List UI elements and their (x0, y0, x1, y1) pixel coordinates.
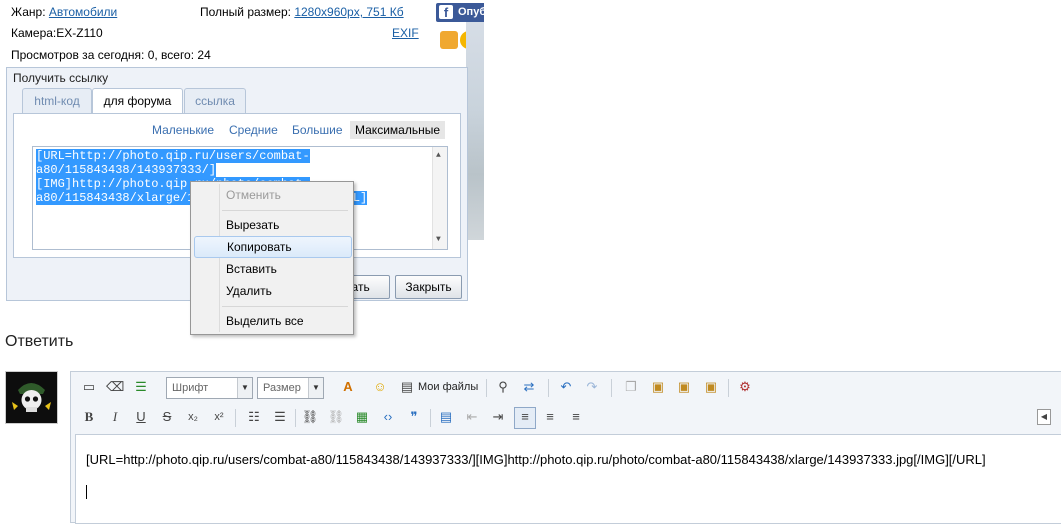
dialog-title: Получить ссылку (13, 71, 109, 85)
menu-delete[interactable]: Удалить (194, 281, 350, 301)
textarea-scrollbar[interactable]: ▲ ▼ (432, 147, 447, 249)
editor-toolbar-format: B I U S x₂ x² ☷ ☰ ⛓ ⛓ ▦ ‹› ❞ ▤ ⇤ ⇥ ≡ ≡ ≡… (71, 404, 1061, 432)
image-icon[interactable]: ▦ (353, 408, 371, 426)
menu-select-all[interactable]: Выделить все (194, 311, 350, 331)
replace-icon[interactable]: ⇄ (520, 378, 538, 396)
copy-icon[interactable]: ❐ (622, 378, 640, 396)
map-thumbnail (466, 22, 484, 240)
menu-separator (222, 210, 348, 211)
scroll-up-icon[interactable]: ▲ (436, 149, 441, 163)
subscript-icon[interactable]: x₂ (184, 408, 202, 426)
menu-separator (222, 306, 348, 307)
size-select-label: Размер (263, 382, 301, 394)
tab-html-code[interactable]: html-код (22, 88, 92, 113)
reply-editor: ▭ ⌫ ☰ Шрифт ▼ Размер ▼ A ☺ ▤ Мои файлы ⚲… (70, 371, 1061, 524)
font-select[interactable]: Шрифт ▼ (166, 377, 253, 399)
toolbar-separator (486, 379, 487, 397)
exif-link[interactable]: EXIF (392, 26, 419, 40)
bullet-list-icon[interactable]: ☷ (245, 408, 263, 426)
size-medium[interactable]: Средние (229, 123, 278, 137)
undo-icon[interactable]: ↶ (557, 378, 575, 396)
align-right-icon[interactable]: ≡ (567, 408, 585, 426)
size-max[interactable]: Максимальные (350, 121, 445, 139)
size-large[interactable]: Большие (292, 123, 343, 137)
bold-icon[interactable]: B (80, 408, 98, 426)
toolbar-separator (548, 379, 549, 397)
font-color-icon[interactable]: A (339, 378, 357, 396)
size-small[interactable]: Маленькие (152, 123, 214, 137)
editor-toolbar-top: ▭ ⌫ ☰ Шрифт ▼ Размер ▼ A ☺ ▤ Мои файлы ⚲… (71, 372, 1061, 404)
skull-avatar-icon (6, 372, 57, 423)
redo-icon[interactable]: ↷ (583, 378, 601, 396)
editor-text: [URL=http://photo.qip.ru/users/combat-a8… (86, 452, 986, 467)
people-share-icon[interactable] (440, 31, 458, 49)
context-menu: Отменить Вырезать Копировать Вставить Уд… (190, 181, 354, 335)
toolbar-separator (430, 409, 431, 427)
user-avatar (5, 371, 58, 424)
outdent-icon[interactable]: ⇤ (463, 408, 481, 426)
facebook-share-label: Опуб (458, 6, 484, 18)
indent-icon[interactable]: ⇥ (489, 408, 507, 426)
source-icon[interactable]: ▭ (80, 378, 98, 396)
table-icon[interactable]: ▤ (437, 408, 455, 426)
unlink-icon[interactable]: ⛓ (327, 408, 345, 426)
tab-forum[interactable]: для форума (92, 88, 183, 114)
size-select[interactable]: Размер ▼ (257, 377, 324, 399)
align-center-icon[interactable]: ≡ (541, 408, 559, 426)
code-line-1: [URL=http://photo.qip.ru/users/combat-a8… (36, 149, 310, 177)
strikethrough-icon[interactable]: S (158, 408, 176, 426)
underline-icon[interactable]: U (132, 408, 150, 426)
close-button[interactable]: Закрыть (395, 275, 462, 299)
genre-row: Жанр: Автомобили (11, 5, 117, 19)
paste-word-icon[interactable]: ▣ (702, 378, 720, 396)
fullsize-label: Полный размер: (200, 5, 291, 19)
editor-content-area[interactable]: [URL=http://photo.qip.ru/users/combat-a8… (75, 434, 1061, 524)
quote-icon[interactable]: ❞ (405, 408, 423, 426)
tab-link[interactable]: ссылка (184, 88, 246, 113)
paste-icon[interactable]: ▣ (649, 378, 667, 396)
fullsize-link[interactable]: 1280x960px, 751 Кб (294, 5, 403, 19)
toolbar-separator (611, 379, 612, 397)
camera-text: Камера:EX-Z110 (11, 26, 103, 40)
binoculars-icon[interactable]: ⚲ (494, 378, 512, 396)
views-text: Просмотров за сегодня: 0, всего: 24 (11, 48, 211, 62)
align-left-icon[interactable]: ≡ (514, 407, 536, 429)
text-caret (86, 485, 87, 499)
menu-cut[interactable]: Вырезать (194, 215, 350, 235)
code-icon[interactable]: ‹› (379, 408, 397, 426)
menu-copy[interactable]: Копировать (194, 236, 352, 258)
context-menu-gutter (219, 184, 220, 332)
fullsize-row: Полный размер: 1280x960px, 751 Кб (200, 5, 404, 19)
italic-icon[interactable]: I (106, 408, 124, 426)
menu-undo: Отменить (226, 188, 281, 202)
facebook-icon: f (439, 5, 453, 20)
toolbar-separator (728, 379, 729, 397)
paste-text-icon[interactable]: ▣ (675, 378, 693, 396)
link-icon[interactable]: ⛓ (301, 408, 319, 426)
files-icon[interactable]: ▤ (398, 378, 416, 396)
smiley-icon[interactable]: ☺ (371, 378, 389, 396)
facebook-share-button[interactable]: f Опуб (436, 3, 484, 22)
superscript-icon[interactable]: x² (210, 408, 228, 426)
toolbar-separator (235, 409, 236, 427)
genre-label: Жанр: (11, 5, 46, 19)
reply-heading: Ответить (5, 333, 74, 350)
chevron-down-icon: ▼ (308, 378, 323, 398)
collapse-toolbar-icon[interactable]: ◀ (1037, 409, 1051, 425)
my-files-button[interactable]: Мои файлы (418, 381, 478, 393)
toolbar-separator (295, 409, 296, 427)
font-select-label: Шрифт (172, 382, 209, 394)
menu-paste[interactable]: Вставить (194, 259, 350, 279)
eraser-icon[interactable]: ⌫ (106, 378, 124, 396)
genre-link[interactable]: Автомобили (49, 5, 117, 19)
numbered-list-icon[interactable]: ☰ (271, 408, 289, 426)
scroll-down-icon[interactable]: ▼ (436, 233, 441, 247)
spellcheck-icon[interactable]: ⚙ (736, 378, 754, 396)
chevron-down-icon: ▼ (237, 378, 252, 398)
hr-icon[interactable]: ☰ (132, 378, 150, 396)
